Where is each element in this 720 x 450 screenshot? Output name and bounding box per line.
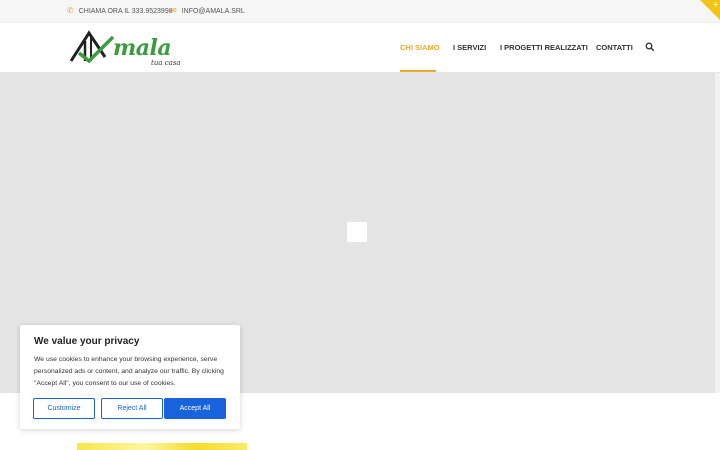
plus-icon[interactable]: +	[713, 0, 718, 9]
slider-loader	[347, 222, 367, 242]
envelope-icon: ✉	[170, 6, 177, 15]
logo-tagline: tua casa	[151, 59, 181, 67]
email-contact[interactable]: ✉ INFO@AMALA.SRL	[170, 7, 245, 15]
content-image	[77, 443, 247, 450]
top-bar: ✆ CHIAMA ORA IL 333.9523998 ✉ INFO@AMALA…	[0, 0, 720, 23]
active-nav-indicator	[400, 70, 436, 72]
nav-contatti[interactable]: CONTATTI	[596, 43, 633, 52]
scrollbar[interactable]	[715, 73, 720, 393]
cookie-title: We value your privacy	[34, 336, 140, 347]
customize-button[interactable]: Customize	[33, 398, 95, 419]
phone-icon: ✆	[67, 6, 74, 15]
reject-all-button[interactable]: Reject All	[101, 398, 163, 419]
cookie-consent-banner: We value your privacy We use cookies to …	[20, 325, 240, 429]
search-icon[interactable]	[645, 42, 655, 52]
nav-i-servizi[interactable]: I SERVIZI	[453, 43, 486, 52]
phone-text: CHIAMA ORA IL 333.9523998	[78, 7, 173, 15]
accept-all-button[interactable]: Accept All	[164, 398, 226, 419]
site-header: mala tua casa CHI SIAMO I SERVIZI I PROG…	[0, 23, 720, 73]
nav-i-progetti-realizzati[interactable]: I PROGETTI REALIZZATI	[500, 43, 588, 52]
phone-contact[interactable]: ✆ CHIAMA ORA IL 333.9523998	[67, 7, 173, 15]
logo-wordmark: mala	[113, 35, 172, 61]
logo[interactable]: mala tua casa	[69, 27, 185, 69]
house-logo-icon	[69, 30, 115, 64]
cookie-description: We use cookies to enhance your browsing …	[34, 356, 224, 387]
email-text: INFO@AMALA.SRL	[181, 7, 245, 15]
nav-chi-siamo[interactable]: CHI SIAMO	[400, 43, 440, 52]
